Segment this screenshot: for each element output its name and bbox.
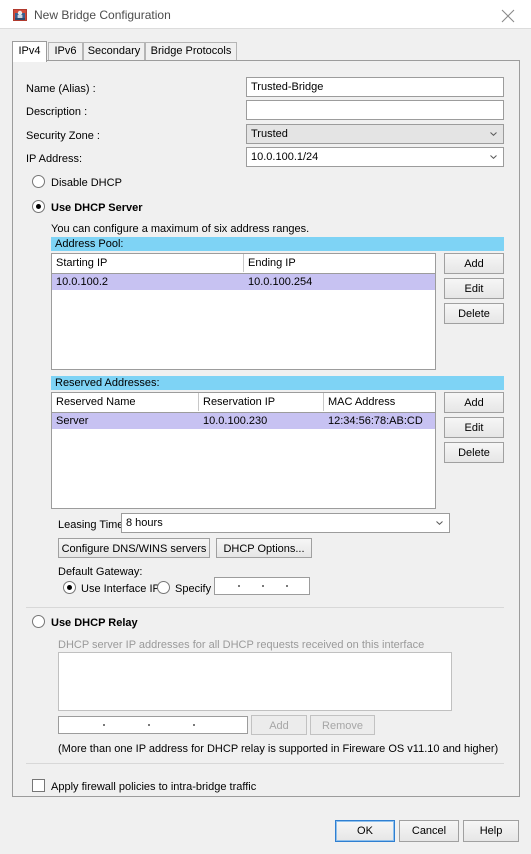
address-pool-table-header: Starting IP Ending IP (52, 254, 435, 274)
ip-dot-separator (238, 585, 240, 587)
column-header-ending-ip: Ending IP (248, 257, 296, 269)
cell-mac-address: 12:34:56:78:AB:CD (328, 415, 423, 427)
tab-label: Bridge Protocols (150, 45, 232, 57)
cell-reservation-ip: 10.0.100.230 (203, 415, 268, 427)
configure-dns-wins-button[interactable]: Configure DNS/WINS servers (58, 538, 210, 558)
dhcp-relay-note: (More than one IP address for DHCP relay… (58, 743, 499, 755)
gateway-use-interface-ip-label: Use Interface IP (81, 583, 160, 595)
dhcp-relay-ip-input[interactable] (58, 716, 248, 734)
name-alias-input[interactable]: Trusted-Bridge (246, 77, 504, 97)
reserved-addresses-table-header: Reserved Name Reservation IP MAC Address (52, 393, 435, 413)
ip-dot-separator (103, 724, 105, 726)
reserved-delete-button[interactable]: Delete (444, 442, 504, 463)
section-divider (26, 607, 504, 608)
radio-disable-dhcp[interactable] (32, 175, 45, 188)
radio-use-dhcp-server[interactable] (32, 200, 45, 213)
new-bridge-configuration-dialog: New Bridge Configuration IPv4 IPv6 Secon… (0, 0, 531, 854)
radio-use-dhcp-relay[interactable] (32, 615, 45, 628)
column-header-mac-address: MAC Address (328, 396, 396, 408)
tab-label: IPv4 (18, 45, 41, 57)
ipv4-tab-page: Name (Alias) : Trusted-Bridge Descriptio… (12, 60, 520, 797)
leasing-time-label: Leasing Time (58, 519, 124, 531)
use-dhcp-relay-label: Use DHCP Relay (51, 617, 138, 629)
cell-reserved-name: Server (56, 415, 89, 427)
address-pool-section-header: Address Pool: (51, 237, 504, 251)
ip-dot-separator (286, 585, 288, 587)
description-label: Description : (26, 106, 88, 118)
window-title: New Bridge Configuration (34, 8, 171, 22)
cancel-button[interactable]: Cancel (399, 820, 459, 842)
tab-secondary[interactable]: Secondary (83, 42, 145, 61)
column-header-starting-ip: Starting IP (52, 254, 244, 272)
tab-label: IPv6 (54, 45, 77, 57)
address-pool-add-button[interactable]: Add (444, 253, 504, 274)
reserved-addresses-table: Reserved Name Reservation IP MAC Address… (51, 392, 436, 509)
checkbox-apply-firewall-policies[interactable] (32, 779, 45, 792)
dhcp-relay-server-list[interactable] (58, 652, 452, 711)
tab-strip: IPv4 IPv6 Secondary Bridge Protocols (12, 41, 520, 62)
disable-dhcp-label: Disable DHCP (51, 177, 122, 189)
close-icon[interactable] (485, 0, 531, 28)
name-alias-label: Name (Alias) : (26, 83, 96, 95)
security-zone-label: Security Zone : (26, 130, 100, 142)
leasing-time-select[interactable]: 8 hours (121, 513, 450, 533)
chevron-down-icon (490, 155, 497, 159)
radio-gateway-use-interface-ip[interactable] (63, 581, 76, 594)
chevron-down-icon (436, 521, 443, 525)
dhcp-relay-hint: DHCP server IP addresses for all DHCP re… (58, 639, 425, 651)
ip-address-value: 10.0.100.1/24 (251, 151, 319, 163)
dhcp-relay-add-button[interactable]: Add (251, 715, 307, 735)
bridge-app-icon (12, 7, 28, 23)
description-input[interactable] (246, 100, 504, 120)
ip-address-label: IP Address: (26, 153, 83, 165)
tab-bridge-protocols[interactable]: Bridge Protocols (145, 42, 237, 61)
reserved-edit-button[interactable]: Edit (444, 417, 504, 438)
use-dhcp-server-label: Use DHCP Server (51, 202, 143, 214)
tab-ipv4[interactable]: IPv4 (12, 41, 47, 62)
dhcp-options-button[interactable]: DHCP Options... (216, 538, 312, 558)
ok-button[interactable]: OK (335, 820, 395, 842)
security-zone-value: Trusted (251, 128, 288, 140)
reserved-addresses-section-header: Reserved Addresses: (51, 376, 504, 390)
help-button[interactable]: Help (463, 820, 519, 842)
radio-gateway-specify[interactable] (157, 581, 170, 594)
ip-dot-separator (148, 724, 150, 726)
ip-dot-separator (262, 585, 264, 587)
dhcp-server-hint: You can configure a maximum of six addre… (51, 223, 310, 235)
ip-dot-separator (193, 724, 195, 726)
tab-label: Secondary (87, 45, 141, 57)
table-row[interactable]: Server 10.0.100.230 12:34:56:78:AB:CD (52, 413, 435, 429)
dialog-footer: OK Cancel Help (0, 797, 531, 854)
address-pool-delete-button[interactable]: Delete (444, 303, 504, 324)
chevron-down-icon (490, 132, 497, 136)
tab-ipv6[interactable]: IPv6 (48, 42, 83, 61)
apply-firewall-policies-label: Apply firewall policies to intra-bridge … (51, 781, 257, 793)
cell-starting-ip: 10.0.100.2 (56, 276, 108, 288)
default-gateway-label: Default Gateway: (58, 566, 143, 578)
cell-ending-ip: 10.0.100.254 (248, 276, 313, 288)
address-pool-edit-button[interactable]: Edit (444, 278, 504, 299)
gateway-specify-label: Specify (175, 583, 212, 595)
column-header-reserved-name: Reserved Name (52, 393, 199, 411)
leasing-time-value: 8 hours (126, 517, 163, 529)
column-header-reservation-ip: Reservation IP (199, 393, 324, 411)
section-divider (26, 763, 504, 764)
security-zone-select[interactable]: Trusted (246, 124, 504, 144)
title-bar: New Bridge Configuration (0, 0, 531, 29)
table-row[interactable]: 10.0.100.2 10.0.100.254 (52, 274, 435, 290)
reserved-add-button[interactable]: Add (444, 392, 504, 413)
dhcp-relay-remove-button[interactable]: Remove (310, 715, 375, 735)
ip-address-select[interactable]: 10.0.100.1/24 (246, 147, 504, 167)
address-pool-table: Starting IP Ending IP 10.0.100.2 10.0.10… (51, 253, 436, 370)
gateway-specify-ip-input[interactable] (214, 577, 310, 595)
